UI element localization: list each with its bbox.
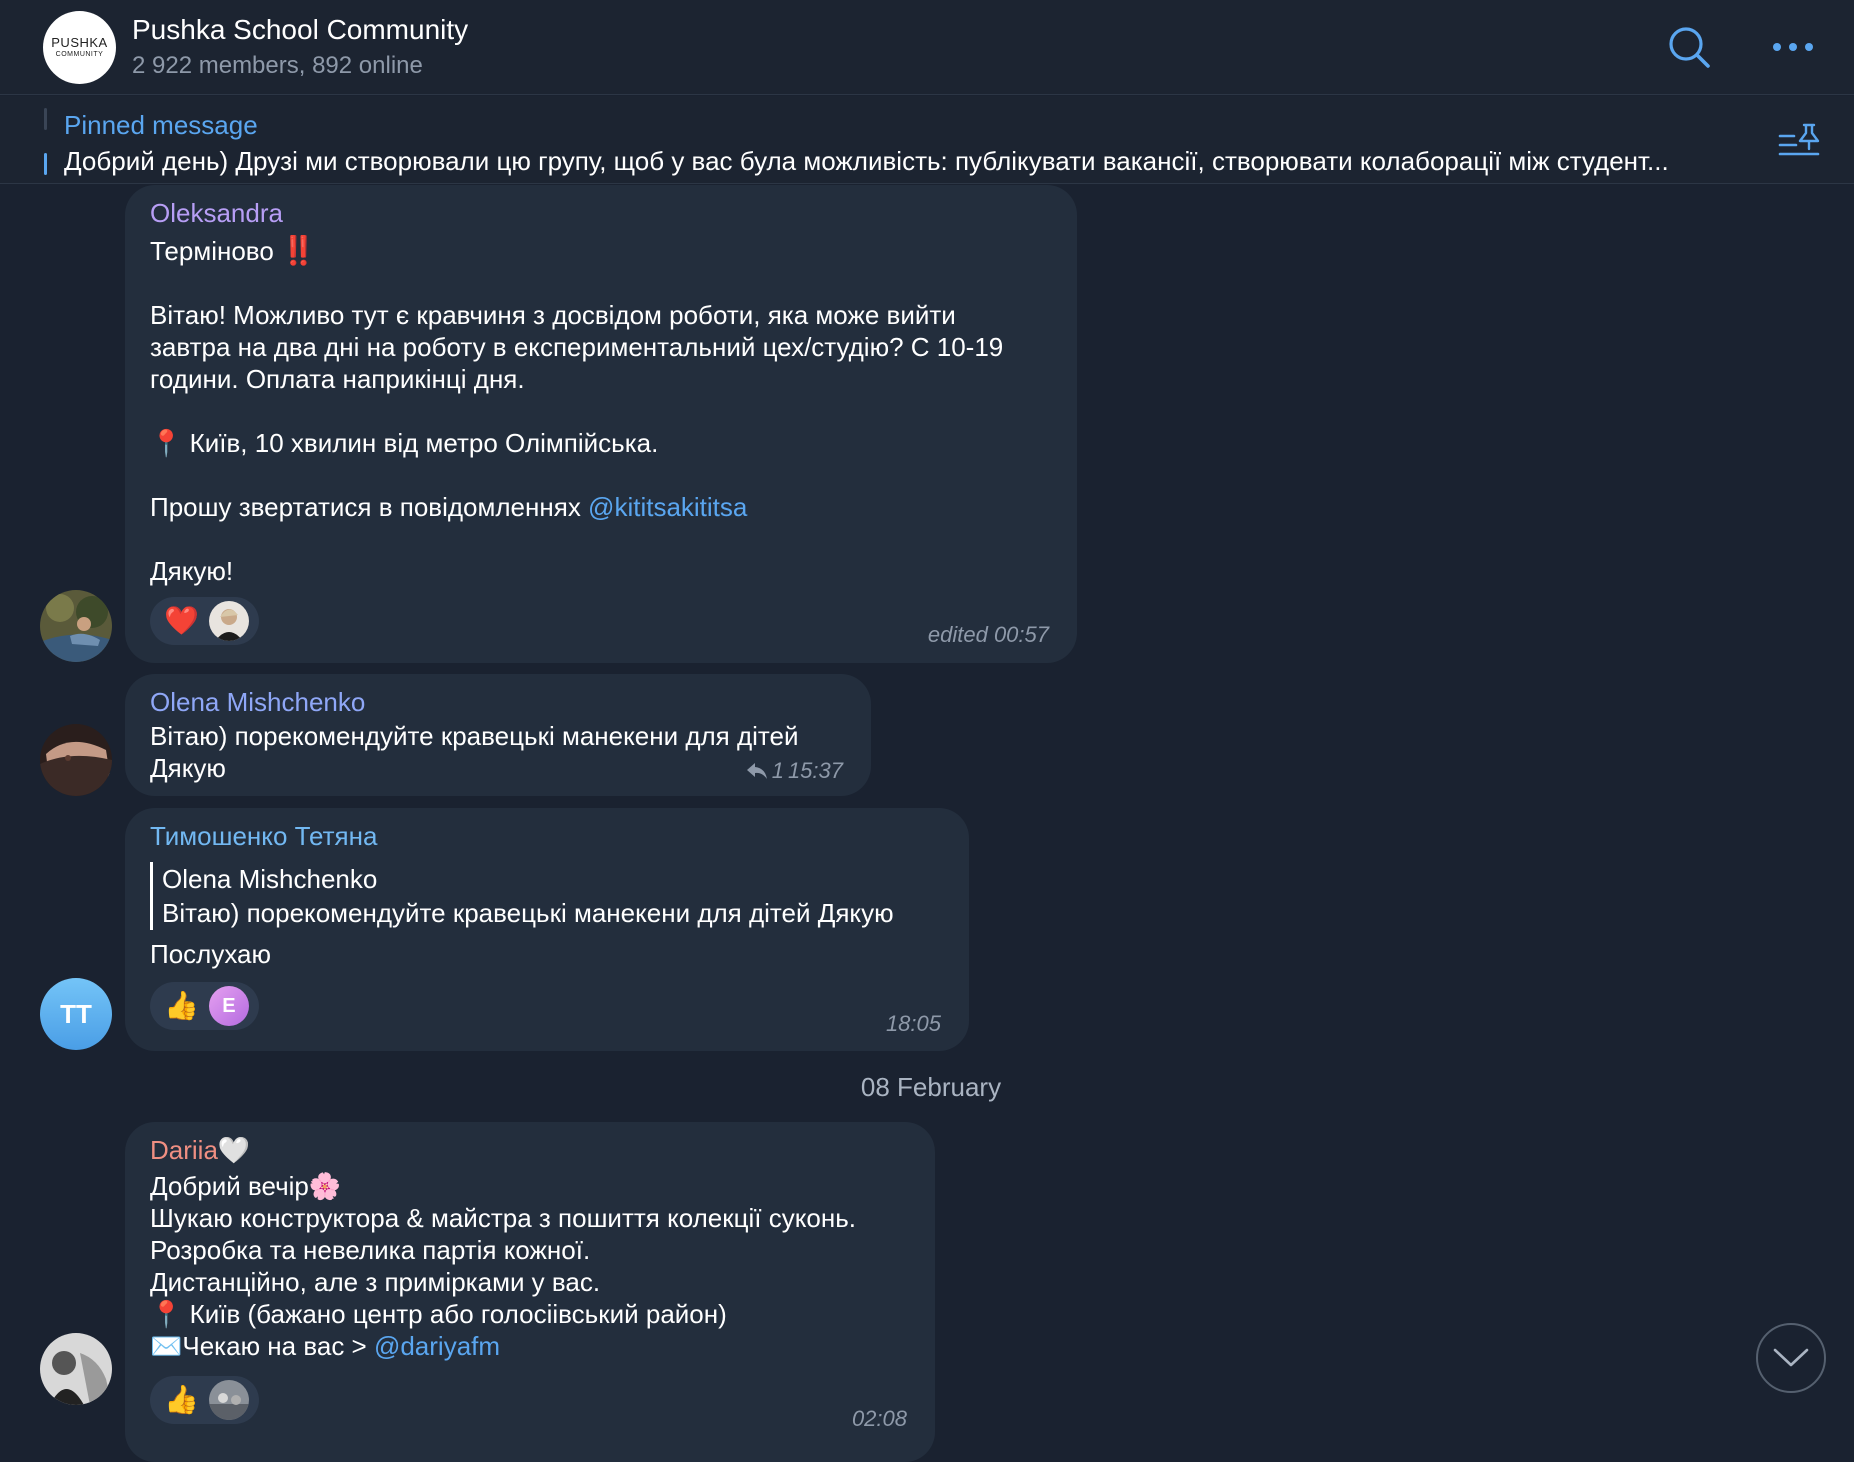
message-line: Розробка та невелика партія кожної. xyxy=(150,1235,591,1265)
search-button[interactable] xyxy=(1664,22,1714,72)
message-contact: ✉️Чекаю на вас > @dariyafm xyxy=(150,1331,501,1361)
pinned-title: Pinned message xyxy=(64,110,258,140)
pinned-indicator-inactive xyxy=(44,108,47,130)
sender-name[interactable]: Oleksandra xyxy=(150,197,1052,229)
message-time: 15:37 xyxy=(787,758,843,783)
reaction-chip[interactable]: ❤️ xyxy=(150,597,259,645)
message-contact: Прошу звертатися в повідомленнях @kitits… xyxy=(150,492,748,522)
message-location: 📍 Київ, 10 хвилин від метро Олімпійська. xyxy=(150,428,659,458)
message-line: Послухаю xyxy=(150,939,271,969)
group-member-count: 2 922 members, 892 online xyxy=(132,52,423,79)
reaction-chip[interactable]: 👍 xyxy=(150,1376,259,1424)
chevron-down-icon xyxy=(1773,1348,1809,1367)
message-bubble[interactable]: Olena Mishchenko Вітаю) порекомендуйте к… xyxy=(125,674,871,796)
avatar[interactable] xyxy=(40,1333,112,1405)
search-icon xyxy=(1669,27,1710,68)
date-separator: 08 February xyxy=(860,1072,1002,1102)
sender-name[interactable]: Тимошенко Тетяна xyxy=(150,820,944,852)
message-bubble[interactable]: Oleksandra Терміново ‼️ Вітаю! Можливо т… xyxy=(125,185,1077,663)
pinned-indicator-active xyxy=(44,153,47,175)
message-location: 📍 Київ (бажано центр або голосіівський р… xyxy=(150,1299,727,1329)
message-meta: 1 15:37 xyxy=(746,758,843,784)
message-line: Дякую xyxy=(150,753,226,783)
sender-name[interactable]: Dariia🤍 xyxy=(150,1134,910,1166)
heart-icon: ❤️ xyxy=(164,605,199,636)
message-line: Добрий вечір🌸 xyxy=(150,1171,342,1201)
reactor-avatar: E xyxy=(208,986,249,1026)
pinned-text: Добрий день) Друзі ми створювали цю груп… xyxy=(64,146,1669,176)
chat-header: PUSHKA COMMUNITY Pushka School Community… xyxy=(0,0,1854,95)
thumbs-up-icon: 👍 xyxy=(164,1384,199,1415)
avatar[interactable] xyxy=(40,590,112,662)
message-bubble[interactable]: Dariia🤍 Добрий вечір🌸 Шукаю конструктора… xyxy=(125,1122,935,1462)
scroll-to-bottom-button[interactable] xyxy=(1756,1323,1826,1393)
message-line: Дистанційно, але з примірками у вас. xyxy=(150,1267,601,1297)
more-icon xyxy=(1773,43,1813,51)
quoted-reply[interactable]: Olena Mishchenko Вітаю) порекомендуйте к… xyxy=(150,862,944,930)
message-bubble[interactable]: Тимошенко Тетяна Olena Mishchenko Вітаю)… xyxy=(125,808,969,1051)
blossom-icon: 🌸 xyxy=(308,1171,342,1201)
avatar-initials: TT xyxy=(60,998,92,1029)
reply-count[interactable]: 1 xyxy=(772,758,784,784)
message-line: Терміново ‼️ xyxy=(150,235,316,266)
reply-arrow-icon xyxy=(746,763,767,779)
username-link[interactable]: @dariyafm xyxy=(374,1331,500,1361)
message-time: 02:08 xyxy=(851,1406,907,1431)
white-heart-icon: 🤍 xyxy=(217,1135,251,1165)
thumbs-up-icon: 👍 xyxy=(164,990,199,1021)
message-thanks: Дякую! xyxy=(150,556,234,586)
message-time: 18:05 xyxy=(885,1011,941,1036)
avatar[interactable] xyxy=(40,724,112,796)
avatar[interactable]: TT xyxy=(40,978,112,1050)
pin-icon: 📍 xyxy=(150,1299,183,1329)
message-meta: edited 00:57 xyxy=(927,622,1049,647)
message-paragraph: Вітаю! Можливо тут є кравчиня з досвідом… xyxy=(150,300,1004,394)
sender-name[interactable]: Olena Mishchenko xyxy=(150,686,846,718)
reactor-avatar xyxy=(208,601,249,641)
pin-icon: 📍 xyxy=(150,428,183,458)
reaction-chip[interactable]: 👍 E xyxy=(150,982,259,1030)
pinned-list-icon[interactable] xyxy=(1778,122,1820,160)
message-line: Шукаю конструктора & майстра з пошиття к… xyxy=(150,1203,856,1233)
username-link[interactable]: @kititsakititsa xyxy=(588,492,747,522)
pinned-message-bar[interactable]: Pinned message Добрий день) Друзі ми ств… xyxy=(0,96,1854,184)
double-exclamation-icon: ‼️ xyxy=(281,235,316,266)
quoted-sender: Olena Mishchenko xyxy=(162,864,378,894)
more-button[interactable] xyxy=(1768,22,1818,72)
group-title[interactable]: Pushka School Community xyxy=(132,14,468,46)
reactor-avatar xyxy=(208,1380,249,1420)
message-line: Вітаю) порекомендуйте кравецькі манекени… xyxy=(150,721,799,751)
envelope-icon: ✉️ xyxy=(150,1331,183,1361)
quoted-text: Вітаю) порекомендуйте кравецькі манекени… xyxy=(162,898,894,928)
group-avatar[interactable]: PUSHKA COMMUNITY xyxy=(43,11,116,84)
